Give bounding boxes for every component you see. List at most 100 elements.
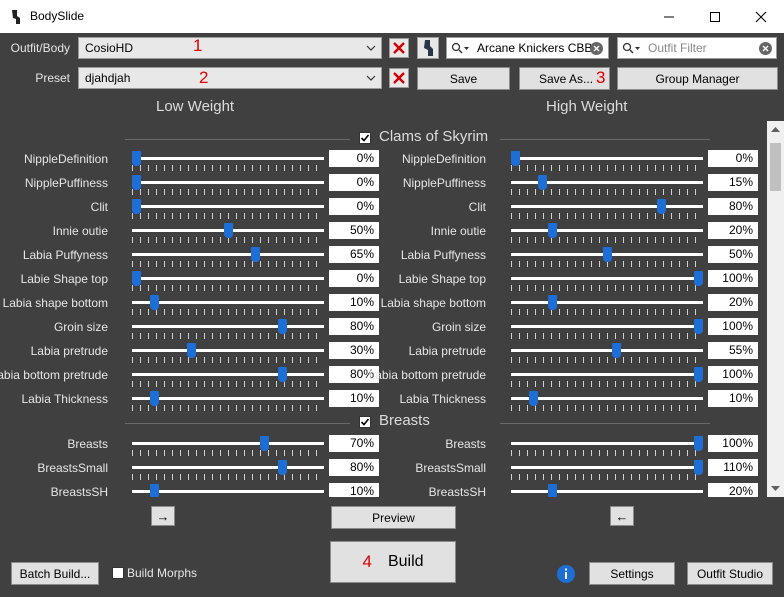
slider-thumb-low[interactable] <box>278 460 288 475</box>
slider-thumb-high[interactable] <box>694 271 703 286</box>
copy-high-to-low-button[interactable]: ← <box>610 506 634 526</box>
slider-track-low[interactable] <box>132 373 324 376</box>
slider-thumb-high[interactable] <box>694 460 703 475</box>
build-morphs-checkbox[interactable] <box>112 567 124 579</box>
slider-track-high[interactable] <box>511 325 703 328</box>
slider-thumb-low[interactable] <box>260 436 270 451</box>
slider-value-high[interactable]: 80% <box>708 198 758 215</box>
slider-track-high[interactable] <box>511 397 703 400</box>
slider-thumb-low[interactable] <box>132 271 141 286</box>
slider-thumb-low[interactable] <box>132 151 141 166</box>
slider-thumb-low[interactable] <box>150 391 160 406</box>
slider-track-low[interactable] <box>132 442 324 445</box>
slider-track-low[interactable] <box>132 205 324 208</box>
group-manager-button[interactable]: Group Manager <box>617 67 778 90</box>
category-name[interactable]: Breasts <box>379 412 430 429</box>
slider-track-low[interactable] <box>132 349 324 352</box>
outfit-filter-field[interactable]: Outfit Filter <box>617 37 777 59</box>
scroll-down-arrow-icon[interactable] <box>771 486 780 492</box>
slider-track-low[interactable] <box>132 325 324 328</box>
slider-value-high[interactable]: 50% <box>708 246 758 263</box>
slider-track-high[interactable] <box>511 157 703 160</box>
slider-track-low[interactable] <box>132 397 324 400</box>
slider-track-high[interactable] <box>511 466 703 469</box>
slider-track-high[interactable] <box>511 229 703 232</box>
slider-value-high[interactable]: 110% <box>708 459 758 476</box>
clear-search-icon[interactable] <box>589 41 604 56</box>
slider-thumb-high[interactable] <box>694 367 703 382</box>
slider-value-high[interactable]: 100% <box>708 435 758 452</box>
slider-thumb-high[interactable] <box>602 247 612 262</box>
slider-thumb-low[interactable] <box>250 247 260 262</box>
build-button[interactable]: 4 Build <box>330 541 456 583</box>
slider-value-high[interactable]: 100% <box>708 318 758 335</box>
slider-thumb-high[interactable] <box>611 343 621 358</box>
copy-low-to-high-button[interactable]: → <box>151 506 175 526</box>
slider-thumb-low[interactable] <box>223 223 233 238</box>
slider-value-high[interactable]: 100% <box>708 270 758 287</box>
slider-value-high[interactable]: 55% <box>708 342 758 359</box>
slider-value-high[interactable]: 15% <box>708 174 758 191</box>
maximize-button[interactable] <box>692 0 738 33</box>
slider-track-low[interactable] <box>132 181 324 184</box>
slider-thumb-high[interactable] <box>547 223 557 238</box>
slider-track-low[interactable] <box>132 490 324 493</box>
slider-thumb-high[interactable] <box>538 175 548 190</box>
slider-value-high[interactable]: 20% <box>708 483 758 497</box>
slider-thumb-low[interactable] <box>186 343 196 358</box>
slider-track-low[interactable] <box>132 157 324 160</box>
info-icon[interactable] <box>556 564 576 584</box>
slider-thumb-high[interactable] <box>511 151 520 166</box>
slider-thumb-high[interactable] <box>529 391 539 406</box>
batch-build-button[interactable]: Batch Build... <box>11 562 99 585</box>
slider-value-high[interactable]: 20% <box>708 222 758 239</box>
slider-value-high[interactable]: 100% <box>708 366 758 383</box>
slider-track-high[interactable] <box>511 373 703 376</box>
slider-thumb-high[interactable] <box>694 436 703 451</box>
slider-value-high[interactable]: 0% <box>708 150 758 167</box>
slider-track-high[interactable] <box>511 277 703 280</box>
slider-track-high[interactable] <box>511 205 703 208</box>
outfit-studio-button[interactable]: Outfit Studio <box>687 562 773 585</box>
slider-thumb-low[interactable] <box>150 484 160 497</box>
group-filter-button[interactable] <box>417 37 439 59</box>
slider-track-low[interactable] <box>132 253 324 256</box>
slider-track-low[interactable] <box>132 301 324 304</box>
slider-thumb-high[interactable] <box>547 484 557 497</box>
preset-dropdown[interactable]: djahdjah <box>78 67 382 89</box>
slider-track-high[interactable] <box>511 490 703 493</box>
slider-track-high[interactable] <box>511 442 703 445</box>
slider-ticks-low <box>132 357 324 363</box>
clear-outfit-button[interactable] <box>389 38 409 58</box>
slider-track-low[interactable] <box>132 277 324 280</box>
outfit-search-field[interactable]: Arcane Knickers CBB <box>446 37 609 59</box>
slider-thumb-low[interactable] <box>150 295 160 310</box>
slider-thumb-low[interactable] <box>278 367 288 382</box>
slider-track-low[interactable] <box>132 466 324 469</box>
close-window-button[interactable] <box>738 0 784 33</box>
slider-label-high: Labia shape bottom <box>380 296 486 310</box>
slider-scrollbar[interactable] <box>767 121 784 497</box>
delete-preset-button[interactable] <box>389 68 409 88</box>
slider-value-high[interactable]: 10% <box>708 390 758 407</box>
settings-button[interactable]: Settings <box>589 562 675 585</box>
slider-value-high[interactable]: 20% <box>708 294 758 311</box>
slider-thumb-low[interactable] <box>132 199 141 214</box>
clear-filter-icon[interactable] <box>758 41 773 56</box>
category-checkbox[interactable] <box>359 416 371 428</box>
category-checkbox[interactable] <box>359 132 371 144</box>
outfit-body-dropdown[interactable]: CosioHD <box>78 37 382 59</box>
slider-track-high[interactable] <box>511 301 703 304</box>
slider-thumb-high[interactable] <box>694 319 703 334</box>
scrollbar-thumb[interactable] <box>770 143 781 191</box>
slider-thumb-high[interactable] <box>547 295 557 310</box>
save-button[interactable]: Save <box>417 67 510 90</box>
preview-button[interactable]: Preview <box>331 506 456 529</box>
slider-thumb-low[interactable] <box>278 319 288 334</box>
slider-track-high[interactable] <box>511 349 703 352</box>
scroll-up-arrow-icon[interactable] <box>771 126 780 132</box>
slider-thumb-low[interactable] <box>132 175 141 190</box>
slider-thumb-high[interactable] <box>657 199 667 214</box>
category-name[interactable]: Clams of Skyrim <box>379 128 488 145</box>
minimize-button[interactable] <box>646 0 692 33</box>
